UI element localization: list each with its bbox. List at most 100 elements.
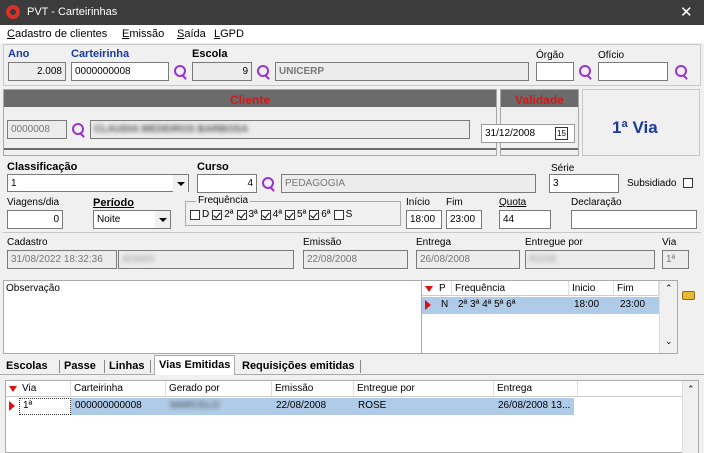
fim-label: Fim [446,197,463,208]
scroll-down-icon[interactable]: ⌄ [665,336,673,347]
col-entregue-por: Entregue por [354,381,494,396]
fim-input[interactable]: 23:00 [446,210,482,229]
cell-via: 1ª [23,400,33,411]
col-carteirinha: Carteirinha [71,381,166,396]
validade-date: 31/12/2008 [485,128,536,139]
search-escola-icon[interactable] [256,64,272,80]
folder-open-icon[interactable] [682,291,695,300]
day-checkbox[interactable] [260,209,271,220]
frequencia-day-5[interactable]: 6ª [309,209,331,220]
cell-carteirinha: 000000000008 [75,400,142,411]
frequencia-days: D 2ª 3ª 4ª 5ª 6ª S [190,209,355,223]
col-frequencia: Frequência [452,281,569,296]
cell-gerado-por: MARCELO [170,400,220,411]
menu-lgpd[interactable]: LGPD [214,28,244,40]
frequencia-day-4[interactable]: 5ª [285,209,306,220]
calendar-icon[interactable]: 15 [555,127,568,140]
menu-label: adastro de clientes [14,28,108,40]
classificacao-label: Classificação [7,161,78,173]
curso-code-input[interactable]: 4 [197,174,257,193]
cell-frequencia: 2ª 3ª 4ª 5ª 6ª [458,299,516,310]
viagens-label: Viagens/dia [7,197,60,208]
menu-cadastro-clientes[interactable]: Cadastro de clientes [7,28,107,40]
declaracao-input[interactable] [571,210,697,229]
col-emissao: Emissão [272,381,354,396]
day-checkbox[interactable] [236,209,247,220]
tab-escolas[interactable]: Escolas [6,357,48,375]
day-label: 6ª [321,209,331,220]
cliente-footer-line [4,148,496,150]
day-checkbox[interactable] [190,209,200,220]
via-field: 1ª [662,250,689,269]
cell-fim: 23:00 [620,299,646,310]
search-cliente-icon[interactable] [71,122,87,138]
vias-grid-header: Via Carteirinha Gerado por Emissão Entre… [6,381,682,397]
menu-emissao[interactable]: Emissão [122,28,164,40]
chevron-down-icon[interactable] [155,211,170,228]
quota-input[interactable]: 44 [499,210,551,229]
search-carteirinha-icon[interactable] [173,64,189,80]
classificacao-select[interactable]: 1 [7,174,189,192]
frequencia-day-3[interactable]: 4ª [260,209,283,220]
menu-saida[interactable]: Saída [177,28,206,40]
frequencia-day-6[interactable]: S [333,209,353,220]
subsidiado-checkbox[interactable] [683,178,693,188]
validade-header: Validade [501,90,578,107]
escola-label: Escola [192,48,228,60]
emissao-label: Emissão [303,237,342,248]
cadastro-user-field: ADMIN [122,254,155,265]
search-oficio-icon[interactable] [674,64,690,80]
table-row[interactable]: N 2ª 3ª 4ª 5ª 6ª 18:00 23:00 [422,297,659,314]
cell-entregue-por: ROSE [358,400,387,411]
search-curso-icon[interactable] [261,176,277,192]
observacao-textarea[interactable] [3,280,423,354]
sort-icon [425,286,433,292]
tab-requisicoes-emitidas[interactable]: Requisições emitidas [242,357,355,375]
day-checkbox[interactable] [285,209,296,220]
row-pointer-icon [9,401,15,411]
menu-mnemonic: C [7,28,15,40]
frequencia-day-0[interactable]: D [190,209,209,220]
scroll-up-icon[interactable]: ⌃ [687,384,695,395]
col-via: Via [19,381,71,396]
inicio-label: Início [406,197,430,208]
periodo-value: Noite [97,214,121,225]
ano-label: Ano [8,48,30,60]
tab-passe[interactable]: Passe [64,357,96,375]
curso-name-field: PEDAGOGIA [281,174,536,193]
validade-footer-line [501,148,578,150]
scroll-up-icon[interactable]: ⌃ [665,283,673,294]
day-label: S [345,209,353,220]
serie-input[interactable]: 3 [549,174,619,193]
via-label: Via [662,237,677,248]
day-label: 2ª [224,209,234,220]
frequencia-day-1[interactable]: 2ª [212,209,234,220]
declaracao-label: Declaração [571,197,622,208]
cell-entrega: 26/08/2008 13... [498,400,571,411]
search-orgao-icon[interactable] [578,64,594,80]
tab-linhas[interactable]: Linhas [109,357,144,375]
chevron-down-icon[interactable] [173,175,188,192]
observacao-label: Observação [6,283,60,294]
day-checkbox[interactable] [212,209,223,220]
vias-scrollbar[interactable]: ⌃ [682,381,698,453]
close-icon[interactable]: ✕ [680,3,693,21]
day-checkbox[interactable] [333,209,344,220]
tab-vias-emitidas[interactable]: Vias Emitidas [154,355,236,375]
inicio-input[interactable]: 18:00 [406,210,442,229]
orgao-label: Órgão [536,50,564,61]
oficio-input[interactable] [598,62,668,81]
day-checkbox[interactable] [309,209,320,220]
orgao-input[interactable] [536,62,574,81]
classificacao-value: 1 [11,178,17,189]
carteirinha-input[interactable]: 0000000008 [71,62,169,81]
serie-label: Série [551,163,575,174]
day-label: 4ª [272,209,283,220]
cliente-code-field: 0000008 [7,120,67,139]
ano-field: 2.008 [8,62,66,81]
viagens-input[interactable]: 0 [7,210,63,229]
frequencia-scrollbar[interactable]: ⌃ ⌄ [659,281,677,353]
day-label: D [202,209,210,220]
frequencia-day-2[interactable]: 3ª [236,209,258,220]
table-row[interactable]: 1ª 000000000008 MARCELO 22/08/2008 ROSE … [6,398,574,415]
